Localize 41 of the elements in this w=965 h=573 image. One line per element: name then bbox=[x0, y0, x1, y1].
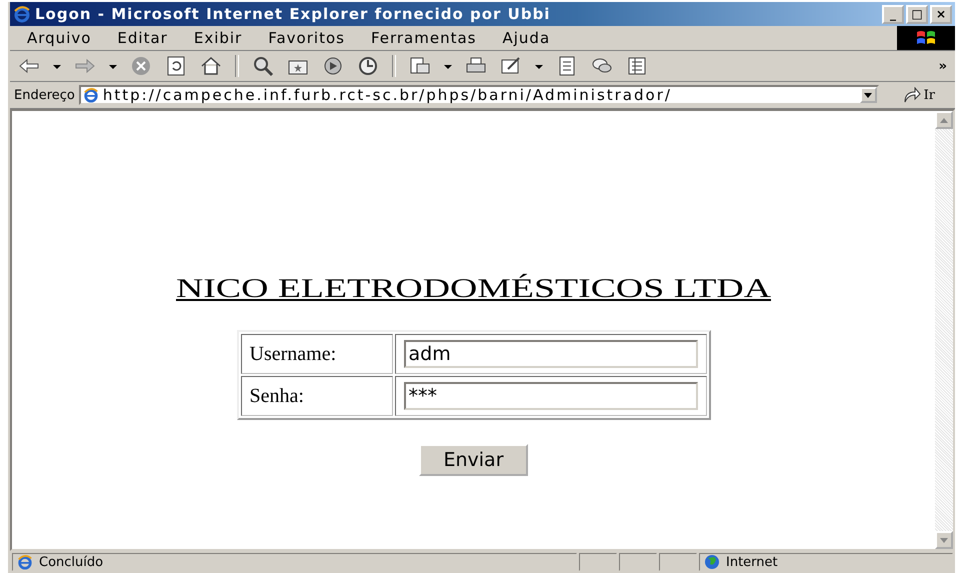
history-icon[interactable] bbox=[357, 55, 379, 77]
field-label: Senha: bbox=[240, 376, 392, 416]
home-icon[interactable] bbox=[200, 55, 222, 77]
maximize-button[interactable]: □ bbox=[906, 4, 928, 24]
menu-item[interactable]: Editar bbox=[104, 27, 181, 49]
menu-item[interactable]: Ferramentas bbox=[358, 27, 490, 49]
address-field[interactable]: http://campeche.inf.furb.rct-sc.br/phps/barni/Administrador/ bbox=[78, 85, 879, 105]
close-button[interactable]: × bbox=[930, 4, 952, 24]
arrow-icon bbox=[902, 87, 921, 103]
menu-item[interactable]: Ajuda bbox=[490, 27, 564, 49]
caret-icon bbox=[864, 92, 872, 98]
zone-text: Internet bbox=[726, 554, 778, 570]
down-arrow-icon bbox=[940, 538, 948, 542]
scroll-up-button[interactable] bbox=[935, 111, 953, 129]
media-icon[interactable] bbox=[322, 55, 344, 77]
page-status-icon bbox=[17, 554, 33, 570]
input-field[interactable]: adm bbox=[404, 340, 698, 368]
stop-icon[interactable] bbox=[130, 55, 152, 77]
search-icon[interactable] bbox=[252, 55, 274, 77]
address-label: Endereço bbox=[14, 88, 75, 102]
dropdown-button[interactable] bbox=[860, 87, 877, 103]
browser-logo-icon bbox=[13, 5, 31, 23]
refresh-icon[interactable] bbox=[165, 55, 187, 77]
submit-button[interactable]: Enviar bbox=[419, 444, 528, 476]
minimize-button[interactable]: _ bbox=[882, 4, 904, 24]
list-icon[interactable] bbox=[626, 55, 648, 77]
globe-icon bbox=[704, 554, 720, 570]
up-arrow-icon bbox=[940, 118, 948, 122]
toolbar-overflow[interactable]: » bbox=[938, 58, 947, 74]
windows-flag-icon bbox=[897, 26, 955, 50]
go-button[interactable]: Ir bbox=[882, 87, 951, 103]
menu-item[interactable]: Arquivo bbox=[14, 27, 104, 49]
field-label: Username: bbox=[240, 334, 392, 374]
menu-item[interactable]: Exibir bbox=[180, 27, 256, 49]
page-icon bbox=[82, 87, 99, 103]
status-text: Concluído bbox=[39, 554, 104, 570]
menu-item[interactable]: Favoritos bbox=[255, 27, 358, 49]
page-heading: NICO ELETRODOMÉSTICOS LTDA bbox=[176, 273, 771, 304]
scroll-down-button[interactable] bbox=[935, 531, 953, 549]
window-title: Logon - Microsoft Internet Explorer fornecido por Ubbi bbox=[35, 5, 552, 23]
input-field[interactable]: *** bbox=[404, 382, 698, 410]
